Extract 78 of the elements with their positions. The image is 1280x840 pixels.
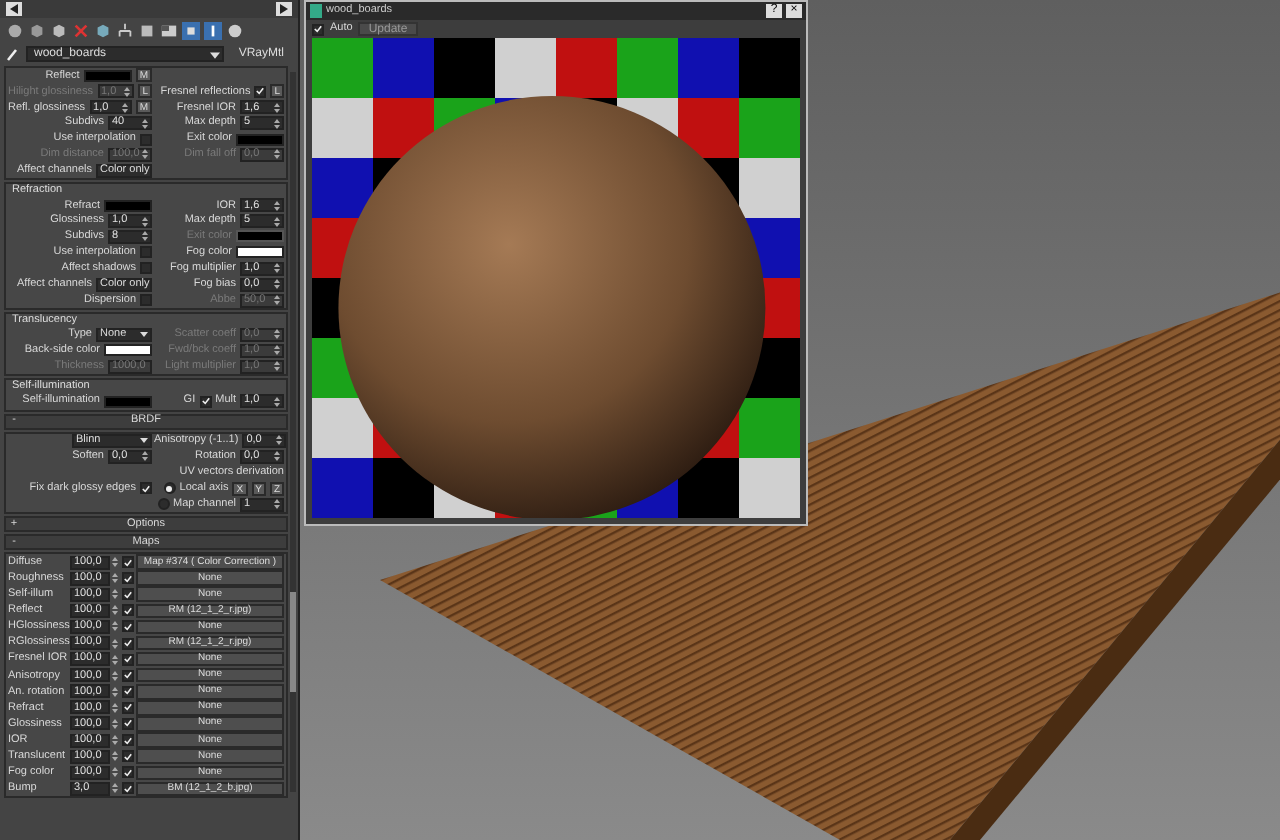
spinner-arrows-icon (112, 620, 118, 633)
spinner-arrows-icon (274, 498, 280, 511)
spinner-arrows-icon (274, 328, 280, 341)
color-swatch[interactable] (236, 133, 284, 145)
spinner-arrows-icon (142, 148, 148, 161)
spinner-arrows-icon (276, 434, 283, 447)
checkbox[interactable] (140, 482, 152, 495)
checkbox[interactable] (122, 572, 134, 585)
spinner-arrows-icon (112, 750, 118, 763)
spinner-arrows-icon (274, 344, 280, 357)
checkbox[interactable] (122, 604, 134, 617)
checkbox[interactable] (122, 653, 134, 666)
checkbox[interactable] (254, 85, 267, 98)
color-swatch[interactable] (104, 199, 152, 212)
app-icon (310, 4, 322, 18)
checkbox[interactable] (122, 782, 134, 795)
spinner-arrows-icon (274, 262, 280, 275)
square-icon[interactable] (138, 22, 156, 40)
spinner-arrows-icon (112, 734, 118, 747)
checkbox[interactable] (140, 246, 152, 259)
checkbox[interactable] (140, 262, 152, 275)
spinner-arrows-icon (274, 199, 280, 212)
spinner-arrows-icon (112, 572, 118, 585)
spinner-arrows-icon (274, 215, 280, 228)
spinner-arrows-icon (112, 637, 118, 649)
color-swatch[interactable] (83, 69, 132, 82)
checkbox[interactable] (122, 685, 134, 698)
checkbox[interactable] (122, 766, 134, 779)
spinner-arrows-icon (274, 278, 280, 291)
checkbox[interactable] (199, 395, 212, 408)
checkbox[interactable] (122, 734, 134, 747)
color-swatch[interactable] (104, 344, 152, 357)
checkbox[interactable] (122, 669, 134, 682)
caret-icon (140, 330, 148, 339)
checker-icon[interactable] (160, 22, 178, 40)
spinner-arrows-icon (112, 588, 118, 601)
spinner-arrows-icon (274, 294, 280, 307)
spinner-arrows-icon (124, 85, 131, 98)
spinner-arrows-icon (112, 766, 118, 779)
checkbox[interactable] (140, 133, 152, 145)
checkbox[interactable] (122, 750, 134, 763)
sphere-icon[interactable] (6, 22, 24, 40)
spinner-arrows-icon (274, 117, 280, 130)
eyedropper-icon[interactable] (6, 46, 20, 62)
radio-button[interactable] (157, 498, 169, 511)
spinner-arrows-icon (274, 148, 280, 161)
spinner-arrows-icon (112, 701, 118, 714)
color-swatch[interactable] (104, 395, 152, 408)
caret-icon (140, 436, 148, 445)
spinner-arrows-icon (112, 782, 118, 795)
checkbox[interactable] (312, 23, 324, 35)
scroll-right-button[interactable] (276, 2, 292, 16)
spinner-arrows-icon (274, 450, 280, 463)
spinner-arrows-icon (274, 360, 280, 373)
checkbox[interactable] (122, 637, 134, 649)
spinner-arrows-icon (274, 395, 280, 408)
spinner-arrows-icon (112, 717, 118, 730)
hierarchy-icon[interactable] (116, 22, 134, 40)
checkbox[interactable] (122, 701, 134, 714)
spinner-arrows-icon (142, 117, 148, 130)
spinner-arrows-icon (112, 653, 118, 666)
spinner-arrows-icon (112, 604, 118, 617)
sphere-icon[interactable] (226, 22, 244, 40)
spinner-arrows-icon (121, 101, 128, 114)
spinner-arrows-icon (112, 669, 118, 682)
spinner-arrows-icon (112, 685, 118, 698)
checkbox[interactable] (122, 620, 134, 633)
checkbox[interactable] (122, 717, 134, 730)
spinner-arrows-icon (274, 101, 280, 114)
radio-button[interactable] (163, 482, 176, 495)
checkbox[interactable] (122, 588, 134, 601)
scroll-left-button[interactable] (6, 2, 22, 16)
color-swatch[interactable] (236, 246, 284, 259)
spinner-arrows-icon (142, 450, 148, 463)
checkbox[interactable] (122, 556, 134, 569)
checkbox[interactable] (140, 294, 152, 307)
spinner-arrows-icon (112, 556, 118, 569)
caret-icon (210, 49, 221, 59)
